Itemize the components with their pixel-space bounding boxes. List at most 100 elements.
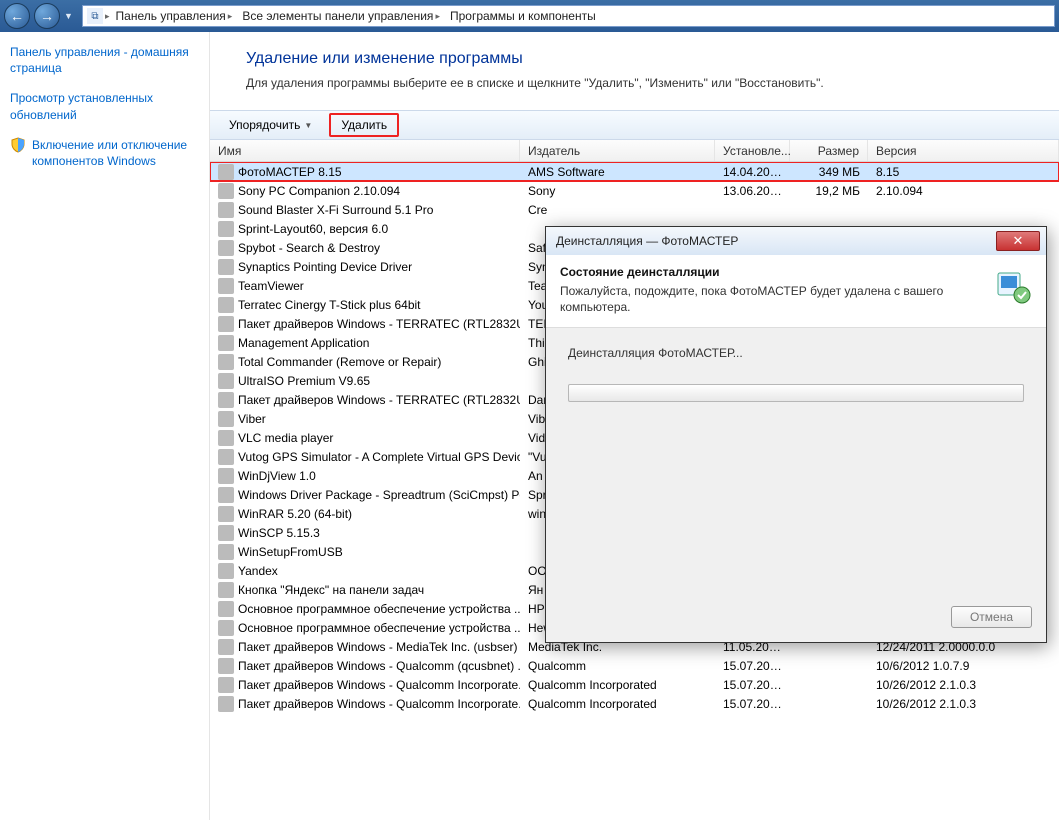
program-name: TeamViewer (238, 279, 304, 293)
publisher-cell: Qualcomm Incorporated (520, 697, 715, 711)
app-icon (218, 259, 234, 275)
table-row[interactable]: ФотоМАСТЕР 8.15AMS Software14.04.2020349… (210, 162, 1059, 181)
publisher-cell: Sony (520, 184, 715, 198)
app-icon (218, 183, 234, 199)
breadcrumb-segment[interactable]: Панель управления ▸ (112, 6, 237, 26)
arrow-right-icon: → (40, 8, 54, 24)
col-publisher[interactable]: Издатель (520, 140, 715, 161)
app-icon (218, 620, 234, 636)
app-icon (218, 316, 234, 332)
version-cell: 8.15 (868, 165, 1059, 179)
app-icon (218, 449, 234, 465)
close-button[interactable]: ✕ (996, 231, 1040, 251)
program-name: Пакет драйверов Windows - Qualcomm (qcus… (238, 659, 520, 673)
app-icon (218, 430, 234, 446)
chevron-right-icon: ▸ (228, 11, 233, 22)
table-header: Имя Издатель Установле... Размер Версия (210, 140, 1059, 162)
chevron-right-icon: ▸ (105, 11, 110, 22)
program-name: Кнопка "Яндекс" на панели задач (238, 583, 424, 597)
organize-button[interactable]: Упорядочить ▼ (218, 114, 323, 136)
forward-button[interactable]: → (34, 3, 60, 29)
program-name: WinSCP 5.15.3 (238, 526, 320, 540)
program-name: WinDjView 1.0 (238, 469, 316, 483)
app-icon (218, 411, 234, 427)
program-name: Windows Driver Package - Spreadtrum (Sci… (238, 488, 520, 502)
back-button[interactable]: ← (4, 3, 30, 29)
breadcrumb-segment[interactable]: Все элементы панели управления ▸ (238, 6, 444, 26)
publisher-cell: Qualcomm (520, 659, 715, 673)
program-name: Yandex (238, 564, 278, 578)
table-row[interactable]: Sound Blaster X-Fi Surround 5.1 Pro Cre (210, 200, 1059, 219)
address-bar[interactable]: ⧉ ▸ Панель управления ▸ Все элементы пан… (82, 5, 1055, 27)
program-name: Management Application (238, 336, 369, 350)
sidebar-link-windows-features[interactable]: Включение или отключение компонентов Win… (10, 137, 199, 169)
table-row[interactable]: Пакет драйверов Windows - Qualcomm Incor… (210, 694, 1059, 713)
publisher-cell: AMS Software (520, 165, 715, 179)
breadcrumb-segment[interactable]: Программы и компоненты (446, 6, 600, 26)
program-name: Основное программное обеспечение устройс… (238, 621, 520, 635)
dialog-titlebar[interactable]: Деинсталляция — ФотоМАСТЕР ✕ (546, 227, 1046, 255)
date-cell: 15.07.2017 (715, 678, 790, 692)
size-cell: 349 МБ (790, 165, 868, 179)
app-icon (218, 601, 234, 617)
app-icon (218, 544, 234, 560)
app-icon (218, 240, 234, 256)
publisher-cell: Qualcomm Incorporated (520, 678, 715, 692)
program-name: Sony PC Companion 2.10.094 (238, 184, 400, 198)
app-icon (218, 164, 234, 180)
app-icon (218, 468, 234, 484)
sidebar-link-home[interactable]: Панель управления - домашняя страница (10, 44, 199, 76)
date-cell: 15.07.2017 (715, 659, 790, 673)
version-cell: 10/26/2012 2.1.0.3 (868, 678, 1059, 692)
program-name: Vutog GPS Simulator - A Complete Virtual… (238, 450, 520, 464)
col-name[interactable]: Имя (210, 140, 520, 161)
col-size[interactable]: Размер (790, 140, 868, 161)
program-name: Sound Blaster X-Fi Surround 5.1 Pro (238, 203, 433, 217)
date-cell: 15.07.2017 (715, 697, 790, 711)
program-name: Terratec Cinergy T-Stick plus 64bit (238, 298, 421, 312)
program-name: Пакет драйверов Windows - Qualcomm Incor… (238, 678, 520, 692)
cancel-button[interactable]: Отмена (951, 606, 1032, 628)
app-icon (218, 563, 234, 579)
app-icon (218, 335, 234, 351)
app-icon (218, 487, 234, 503)
explorer-top-bar: ← → ▼ ⧉ ▸ Панель управления ▸ Все элемен… (0, 0, 1059, 32)
app-icon (218, 506, 234, 522)
nav-history-dropdown[interactable]: ▼ (64, 11, 78, 21)
program-name: WinSetupFromUSB (238, 545, 343, 559)
program-name: Пакет драйверов Windows - MediaTek Inc. … (238, 640, 520, 654)
uninstall-icon (992, 265, 1032, 305)
publisher-cell: Cre (520, 203, 715, 217)
app-icon (218, 297, 234, 313)
program-name: Total Commander (Remove or Repair) (238, 355, 441, 369)
program-name: Пакет драйверов Windows - Qualcomm Incor… (238, 697, 520, 711)
dialog-heading: Состояние деинсталляции (560, 265, 980, 279)
app-icon (218, 525, 234, 541)
program-name: Основное программное обеспечение устройс… (238, 602, 520, 616)
date-cell: 14.04.2020 (715, 165, 790, 179)
app-icon (218, 582, 234, 598)
sidebar-link-updates[interactable]: Просмотр установленных обновлений (10, 90, 199, 122)
dialog-status: Деинсталляция ФотоМАСТЕР... (568, 346, 1024, 360)
page-subtitle: Для удаления программы выберите ее в спи… (246, 76, 1059, 90)
delete-button[interactable]: Удалить (329, 113, 399, 137)
uninstall-dialog: Деинсталляция — ФотоМАСТЕР ✕ Состояние д… (545, 226, 1047, 643)
table-row[interactable]: Sony PC Companion 2.10.094Sony13.06.2017… (210, 181, 1059, 200)
table-row[interactable]: Пакет драйверов Windows - Qualcomm (qcus… (210, 656, 1059, 675)
dialog-sub: Пожалуйста, подождите, пока ФотоМАСТЕР б… (560, 283, 980, 315)
app-icon (218, 373, 234, 389)
table-row[interactable]: Пакет драйверов Windows - Qualcomm Incor… (210, 675, 1059, 694)
col-version[interactable]: Версия (868, 140, 1059, 161)
toolbar: Упорядочить ▼ Удалить (210, 110, 1059, 140)
app-icon (218, 221, 234, 237)
app-icon (218, 677, 234, 693)
control-panel-icon: ⧉ (87, 8, 103, 24)
program-name: Пакет драйверов Windows - TERRATEC (RTL2… (238, 393, 520, 407)
arrow-left-icon: ← (10, 8, 24, 24)
app-icon (218, 392, 234, 408)
program-name: VLC media player (238, 431, 333, 445)
col-date[interactable]: Установле... (715, 140, 790, 161)
version-cell: 10/26/2012 2.1.0.3 (868, 697, 1059, 711)
chevron-down-icon: ▼ (304, 121, 312, 130)
version-cell: 2.10.094 (868, 184, 1059, 198)
